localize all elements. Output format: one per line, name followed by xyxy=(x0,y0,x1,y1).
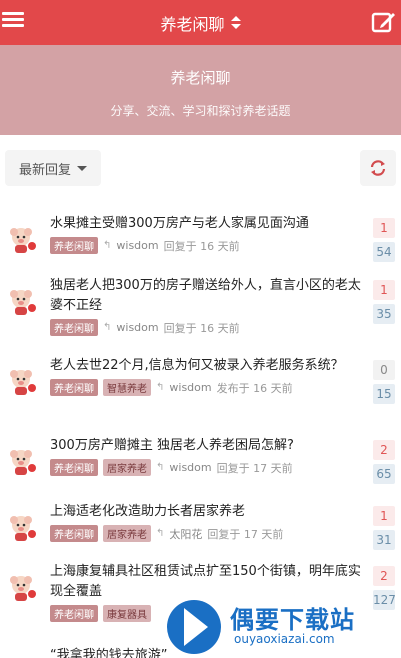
username-link[interactable]: 太阳花 xyxy=(169,526,202,542)
category-tag[interactable]: 养老闲聊 xyxy=(50,459,98,476)
topic-title[interactable]: 300万房产赠摊主 独居老人养老困局怎解? xyxy=(50,436,361,456)
category-tag[interactable]: 居家养老 xyxy=(103,525,151,542)
sort-dropdown-button[interactable]: 最新回复 xyxy=(5,150,101,186)
avatar[interactable] xyxy=(4,570,38,604)
topic-meta: 养老闲聊 ↰ wisdom 回复于 16 天前 xyxy=(50,319,361,336)
watermark-text: 偶要下载站 xyxy=(230,606,355,634)
topic-item[interactable]: 老人去世22个月,信息为何又被录入养老服务系统？ 养老闲聊 智慧养老 ↰ wisdom 发… xyxy=(0,342,401,404)
topic-counts: 1 35 xyxy=(373,280,395,324)
avatar[interactable] xyxy=(4,222,38,256)
topic-meta: 养老闲聊 居家养老 ↰ 太阳花 回复于 17 天前 xyxy=(50,525,361,542)
topic-counts: 2 65 xyxy=(373,440,395,484)
compose-icon[interactable] xyxy=(371,9,397,35)
topic-title[interactable]: 老人去世22个月,信息为何又被录入养老服务系统？ xyxy=(50,356,361,376)
section-banner: 养老闲聊 分享、交流、学习和探讨养老话题 xyxy=(0,45,401,135)
topic-item[interactable]: 300万房产赠摊主 独居老人养老困局怎解? 养老闲聊 居家养老 ↰ wisdom 回复于 … xyxy=(0,422,401,484)
topic-item[interactable]: 上海适老化改造助力长者居家养老 养老闲聊 居家养老 ↰ 太阳花 回复于 17 天前 1 31 xyxy=(0,488,401,550)
view-count: 15 xyxy=(373,384,395,404)
category-tag[interactable]: 养老闲聊 xyxy=(50,605,98,622)
page-title[interactable]: 养老闲聊 xyxy=(160,11,241,35)
reply-count: 1 xyxy=(373,218,395,238)
topic-meta: 养老闲聊 居家养老 ↰ wisdom 回复于 17 天前 xyxy=(50,459,361,476)
username-link[interactable]: wisdom xyxy=(169,381,211,394)
sort-label: 最新回复 xyxy=(18,162,71,178)
reply-count: 2 xyxy=(373,440,395,460)
topic-counts: 0 15 xyxy=(373,360,395,404)
topic-item[interactable]: 水果摊主受赠300万房产与老人家属见面沟通 养老闲聊 ↰ wisdom 回复于 16 天… xyxy=(0,200,401,262)
avatar[interactable] xyxy=(4,654,38,658)
category-tag[interactable]: 康复器具 xyxy=(103,605,151,622)
avatar[interactable] xyxy=(4,444,38,478)
topic-meta: 养老闲聊 智慧养老 ↰ wisdom 发布于 16 天前 xyxy=(50,379,361,396)
topic-title[interactable]: 水果摊主受赠300万房产与老人家属见面沟通 xyxy=(50,214,361,234)
view-count: 31 xyxy=(373,530,395,550)
banner-subtitle: 分享、交流、学习和探讨养老话题 xyxy=(110,104,291,118)
category-tag[interactable]: 居家养老 xyxy=(103,459,151,476)
topic-time: 发布于 16 天前 xyxy=(216,381,293,395)
watermark-logo-icon xyxy=(167,600,221,654)
reply-count: 2 xyxy=(373,566,395,586)
site-watermark: 偶要下载站 ouyaoxiazai.com xyxy=(160,596,401,658)
reply-count: 1 xyxy=(373,506,395,526)
reply-arrow-icon: ↰ xyxy=(103,240,112,251)
topic-time: 回复于 17 天前 xyxy=(216,461,293,475)
category-tag[interactable]: 养老闲聊 xyxy=(50,379,98,396)
topic-title[interactable]: 上海适老化改造助力长者居家养老 xyxy=(50,502,361,522)
username-link[interactable]: wisdom xyxy=(116,239,158,252)
reply-count: 0 xyxy=(373,360,395,380)
topic-title[interactable]: 独居老人把300万的房子赠送给外人，直言小区的老太婆不正经 xyxy=(50,276,361,316)
top-bar: 养老闲聊 xyxy=(0,0,401,45)
username-link[interactable]: wisdom xyxy=(116,321,158,334)
refresh-button[interactable] xyxy=(360,150,396,186)
topic-meta: 养老闲聊 ↰ wisdom 回复于 16 天前 xyxy=(50,237,361,254)
topic-time: 回复于 17 天前 xyxy=(207,527,284,541)
category-tag[interactable]: 智慧养老 xyxy=(103,379,151,396)
dropdown-toggle-icon xyxy=(230,15,241,30)
avatar[interactable] xyxy=(4,510,38,544)
reply-count: 1 xyxy=(373,280,395,300)
reply-arrow-icon: ↰ xyxy=(156,382,165,393)
reply-arrow-icon: ↰ xyxy=(156,462,165,473)
avatar[interactable] xyxy=(4,364,38,398)
category-tag[interactable]: 养老闲聊 xyxy=(50,237,98,254)
view-count: 54 xyxy=(373,242,395,262)
watermark-url: ouyaoxiazai.com xyxy=(234,632,335,646)
reply-arrow-icon: ↰ xyxy=(156,528,165,539)
avatar[interactable] xyxy=(4,284,38,318)
view-count: 35 xyxy=(373,304,395,324)
banner-title: 养老闲聊 xyxy=(170,69,231,87)
caret-down-icon xyxy=(77,165,87,171)
topic-time: 回复于 16 天前 xyxy=(163,321,240,335)
reply-arrow-icon: ↰ xyxy=(103,322,112,333)
category-tag[interactable]: 养老闲聊 xyxy=(50,319,98,336)
topic-time: 回复于 16 天前 xyxy=(163,239,240,253)
toolbar: 最新回复 xyxy=(0,150,401,188)
category-tag[interactable]: 养老闲聊 xyxy=(50,525,98,542)
refresh-icon xyxy=(370,160,386,176)
hamburger-menu-icon[interactable] xyxy=(2,9,24,31)
topic-item[interactable]: 独居老人把300万的房子赠送给外人，直言小区的老太婆不正经养老闲聊 ↰ wisdom… xyxy=(0,262,401,336)
topic-counts: 1 31 xyxy=(373,506,395,550)
view-count: 65 xyxy=(373,464,395,484)
topic-counts: 1 54 xyxy=(373,218,395,262)
username-link[interactable]: wisdom xyxy=(169,461,211,474)
page-title-text: 养老闲聊 xyxy=(160,14,225,34)
